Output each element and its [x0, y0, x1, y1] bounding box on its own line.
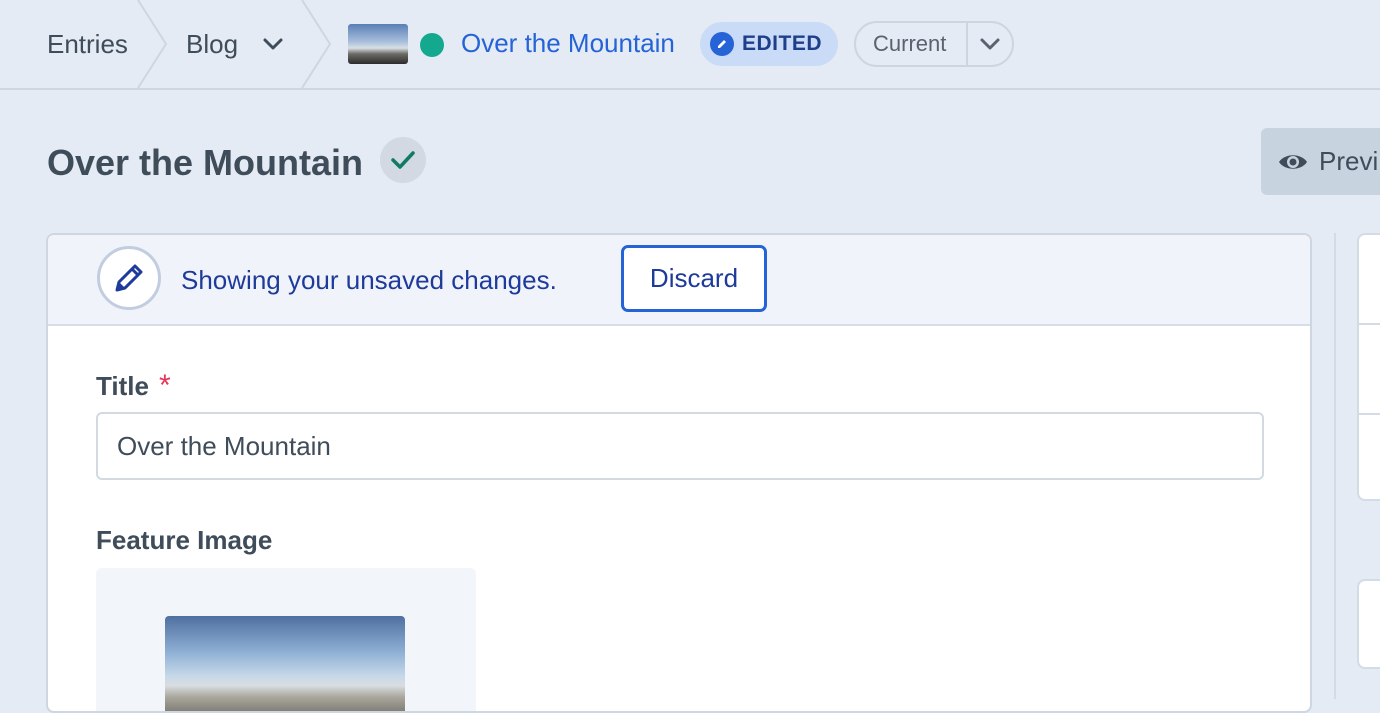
sidebar-panel-secondary: [1357, 579, 1380, 669]
chevron-down-icon[interactable]: [968, 37, 1012, 51]
eye-icon: [1277, 151, 1309, 173]
revision-label: Current: [873, 31, 947, 56]
feature-image-field[interactable]: [96, 568, 476, 711]
breadcrumb-blog-label: Blog: [186, 28, 239, 59]
breadcrumb-blog[interactable]: Blog: [186, 0, 284, 88]
breadcrumb-separator-icon: [301, 0, 332, 88]
pencil-icon: [97, 246, 161, 310]
breadcrumb-entries[interactable]: Entries: [47, 0, 128, 88]
sidebar-row-divider: [1359, 413, 1380, 415]
feature-image-label: Feature Image: [96, 525, 273, 555]
unsaved-changes-message: Showing your unsaved changes.: [181, 265, 557, 295]
page-title: Over the Mountain: [47, 142, 364, 183]
revision-selector[interactable]: Current: [854, 21, 1014, 67]
required-asterisk-icon: *: [158, 369, 171, 402]
preview-button-label: Previ: [1319, 146, 1379, 176]
breadcrumb-entries-label: Entries: [47, 28, 128, 59]
edited-badge-label: EDITED: [742, 32, 823, 55]
feature-image-thumbnail[interactable]: [165, 616, 405, 711]
sidebar-row-divider: [1359, 323, 1380, 325]
published-status-dot: [420, 33, 444, 57]
breadcrumb-entry-link[interactable]: Over the Mountain: [461, 28, 675, 59]
preview-button[interactable]: Previ: [1261, 128, 1380, 195]
edited-badge: EDITED: [700, 22, 838, 66]
title-input[interactable]: [96, 412, 1264, 480]
title-label-text: Title: [96, 371, 149, 401]
discard-button[interactable]: Discard: [621, 245, 767, 312]
unsaved-changes-notice: Showing your unsaved changes. Discard: [48, 235, 1310, 326]
top-breadcrumb-bar: Entries Blog Over the Mountain EDITED Cu…: [0, 0, 1380, 90]
checkmark-icon: [380, 137, 426, 183]
sidebar-panel: [1357, 233, 1380, 501]
sidebar-divider: [1334, 233, 1336, 699]
pencil-icon: [710, 32, 734, 56]
entry-form-card: Showing your unsaved changes. Discard Ti…: [46, 233, 1312, 713]
chevron-down-icon[interactable]: [262, 37, 284, 51]
breadcrumb-separator-icon: [137, 0, 168, 88]
title-field-label: Title *: [96, 369, 171, 403]
entry-thumbnail: [348, 24, 408, 64]
